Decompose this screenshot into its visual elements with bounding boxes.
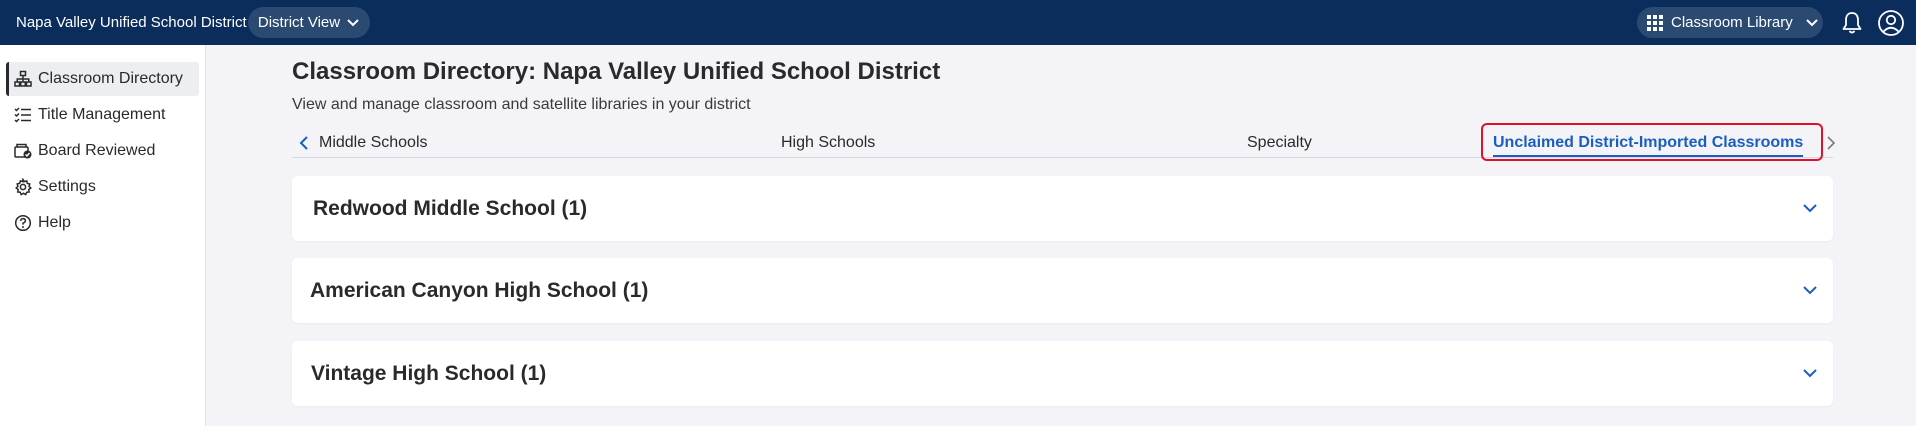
board-reviewed-icon [14, 143, 32, 159]
school-accordion[interactable]: American Canyon High School (1) [292, 258, 1833, 323]
school-name: Redwood Middle School (1) [313, 196, 588, 220]
bell-icon[interactable] [1839, 10, 1865, 36]
school-name: Vintage High School (1) [311, 361, 547, 385]
sidebar-item-board-reviewed[interactable]: Board Reviewed [6, 134, 199, 168]
sidebar-item-label: Help [38, 214, 71, 231]
org-chart-icon [14, 70, 32, 87]
apps-grid-icon [1647, 14, 1663, 31]
sidebar-item-label: Title Management [38, 106, 166, 123]
tab-high-schools[interactable]: High Schools [781, 128, 875, 158]
chevron-right-icon[interactable] [1823, 134, 1839, 152]
chevron-down-icon [1803, 204, 1817, 213]
tab-middle-schools[interactable]: Middle Schools [319, 128, 428, 158]
chevron-left-icon[interactable] [296, 134, 312, 152]
sidebar-item-label: Board Reviewed [38, 142, 156, 159]
gear-icon [15, 178, 32, 196]
classroom-library-select[interactable]: Classroom Library [1637, 7, 1823, 38]
page-subtitle: View and manage classroom and satellite … [292, 96, 751, 113]
checklist-icon [14, 107, 31, 123]
sidebar-item-settings[interactable]: Settings [6, 170, 199, 204]
classroom-library-label: Classroom Library [1671, 14, 1793, 31]
account-circle-icon[interactable] [1877, 9, 1905, 37]
sidebar-item-label: Classroom Directory [38, 70, 183, 87]
school-accordion[interactable]: Redwood Middle School (1) [292, 176, 1833, 241]
top-bar: Napa Valley Unified School District Dist… [0, 0, 1916, 45]
sidebar-item-classroom-directory[interactable]: Classroom Directory [6, 62, 199, 96]
page-title: Classroom Directory: Napa Valley Unified… [292, 58, 941, 85]
chevron-down-icon [1803, 369, 1817, 378]
active-tab-highlight [1481, 123, 1823, 161]
district-view-select[interactable]: District View [248, 7, 370, 38]
help-icon [14, 214, 32, 232]
tab-specialty[interactable]: Specialty [1247, 128, 1312, 158]
district-name: Napa Valley Unified School District [16, 14, 247, 31]
chevron-down-icon [347, 18, 359, 26]
chevron-down-icon [1805, 18, 1818, 26]
sidebar-item-label: Settings [38, 178, 96, 195]
chevron-down-icon [1803, 286, 1817, 295]
sidebar: Classroom Directory Title Management Boa… [0, 45, 206, 426]
sidebar-item-help[interactable]: Help [6, 206, 199, 240]
district-view-label: District View [257, 14, 341, 31]
school-accordion[interactable]: Vintage High School (1) [292, 341, 1833, 406]
school-name: American Canyon High School (1) [310, 278, 649, 302]
sidebar-item-title-management[interactable]: Title Management [6, 98, 199, 132]
